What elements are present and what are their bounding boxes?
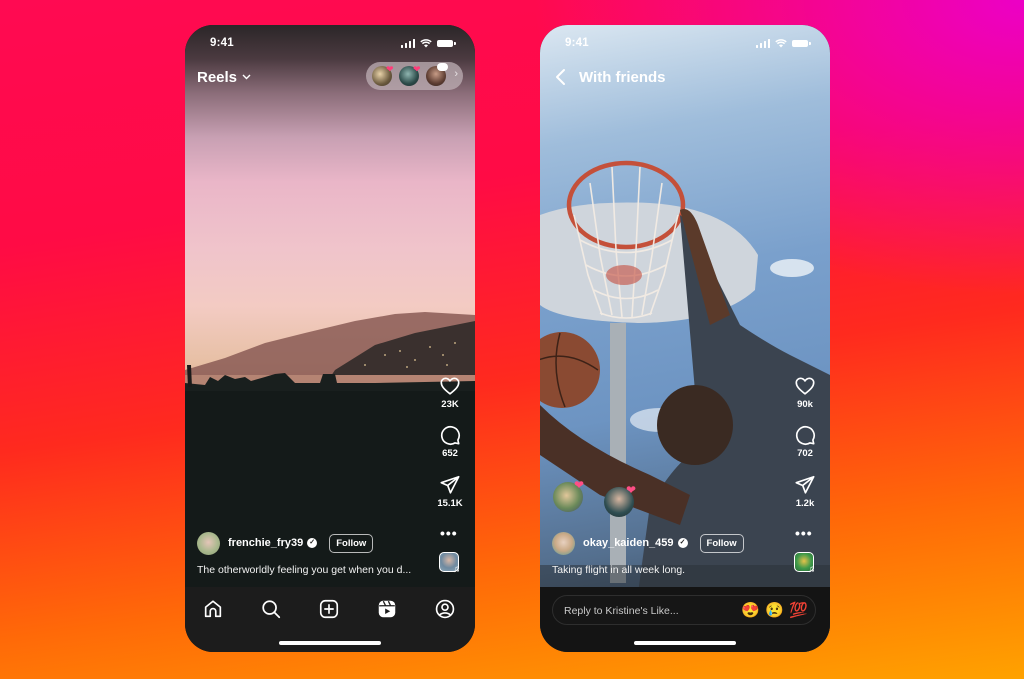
comment-button[interactable]: 652 [435, 424, 465, 459]
status-time: 9:41 [565, 37, 589, 49]
heart-icon [440, 377, 460, 395]
with-friends-title: With friends [579, 69, 666, 86]
heart-reaction-icon: ❤ [574, 478, 585, 492]
author-avatar[interactable] [552, 531, 575, 555]
reel-video-basketball[interactable] [540, 25, 830, 652]
status-time: 9:41 [210, 37, 234, 49]
chevron-left-icon[interactable] [553, 67, 569, 87]
reel-caption[interactable]: The otherworldly feeling you get when yo… [197, 564, 411, 576]
bottom-navigation [185, 587, 475, 652]
more-options-icon[interactable]: ••• [795, 526, 813, 540]
like-count: 23K [441, 399, 459, 410]
send-icon [795, 475, 815, 494]
phone-with-friends-feed: 9:41 With friends ❤ ❤ 90k 702 1.2k ••• ♫… [540, 25, 830, 652]
status-bar: 9:41 [185, 37, 475, 53]
battery-icon [792, 39, 811, 48]
music-note-icon: ♫ [453, 564, 461, 575]
chevron-right-icon: › [454, 68, 458, 80]
reply-area: Reply to Kristine's Like... 😍 😢 💯 [540, 587, 830, 652]
reel-video-sunset[interactable] [185, 25, 475, 587]
cellular-signal-icon [400, 39, 415, 48]
more-options-icon[interactable]: ••• [440, 526, 458, 540]
share-button[interactable]: 15.1K [435, 474, 465, 509]
like-button[interactable]: 90k [790, 375, 820, 410]
reels-title[interactable]: Reels [197, 69, 237, 86]
home-indicator[interactable] [279, 641, 381, 645]
reel-caption[interactable]: Taking flight in all week long. [552, 564, 685, 576]
battery-icon [437, 39, 456, 48]
follow-button[interactable]: Follow [699, 533, 744, 553]
like-count: 90k [797, 399, 813, 410]
heart-icon [795, 377, 815, 395]
author-username[interactable]: frenchie_fry39 [228, 537, 303, 549]
comment-icon [440, 425, 460, 445]
comment-button[interactable]: 702 [790, 424, 820, 459]
heart-reaction-icon: ❤ [386, 64, 394, 74]
follow-button[interactable]: Follow [329, 533, 374, 553]
wifi-icon [775, 39, 787, 48]
reels-icon[interactable] [376, 598, 398, 620]
author-row: frenchie_fry39 ✓ Follow [197, 531, 374, 555]
share-count: 15.1K [437, 498, 463, 509]
send-icon [440, 475, 460, 494]
create-post-icon[interactable] [318, 598, 340, 620]
heart-reaction-icon: ❤ [626, 483, 637, 497]
phone-reels-feed: 9:41 Reels ❤ ❤ › 23K 652 15.1K ••• ♫ fre… [185, 25, 475, 652]
cellular-signal-icon [755, 39, 770, 48]
status-bar: 9:41 [540, 37, 830, 53]
home-indicator[interactable] [634, 641, 736, 645]
author-username[interactable]: okay_kaiden_459 [583, 537, 674, 549]
music-note-icon: ♫ [808, 564, 816, 575]
wifi-icon [420, 39, 432, 48]
message-bubble-icon [437, 63, 448, 71]
share-button[interactable]: 1.2k [790, 474, 820, 509]
home-icon[interactable] [202, 598, 224, 620]
profile-icon[interactable] [434, 598, 456, 620]
author-avatar[interactable] [197, 531, 220, 555]
hundred-points-emoji-button[interactable]: 💯 [789, 601, 808, 621]
share-count: 1.2k [795, 498, 815, 509]
verified-badge-icon: ✓ [307, 538, 318, 548]
comment-icon [795, 425, 815, 445]
chevron-down-icon[interactable] [242, 74, 251, 80]
comment-count: 652 [442, 448, 458, 459]
search-icon[interactable] [260, 598, 282, 620]
heart-reaction-icon: ❤ [413, 64, 421, 74]
verified-badge-icon: ✓ [677, 538, 688, 548]
reply-input[interactable]: Reply to Kristine's Like... 😍 😢 💯 [552, 595, 816, 625]
crying-emoji-button[interactable]: 😢 [765, 601, 784, 621]
friends-activity-pill[interactable]: ❤ ❤ › [366, 62, 463, 90]
reply-placeholder: Reply to Kristine's Like... [564, 605, 679, 617]
comment-count: 702 [797, 448, 813, 459]
like-button[interactable]: 23K [435, 375, 465, 410]
heart-eyes-emoji-button[interactable]: 😍 [741, 601, 760, 621]
author-row: okay_kaiden_459 ✓ Follow [552, 531, 744, 555]
